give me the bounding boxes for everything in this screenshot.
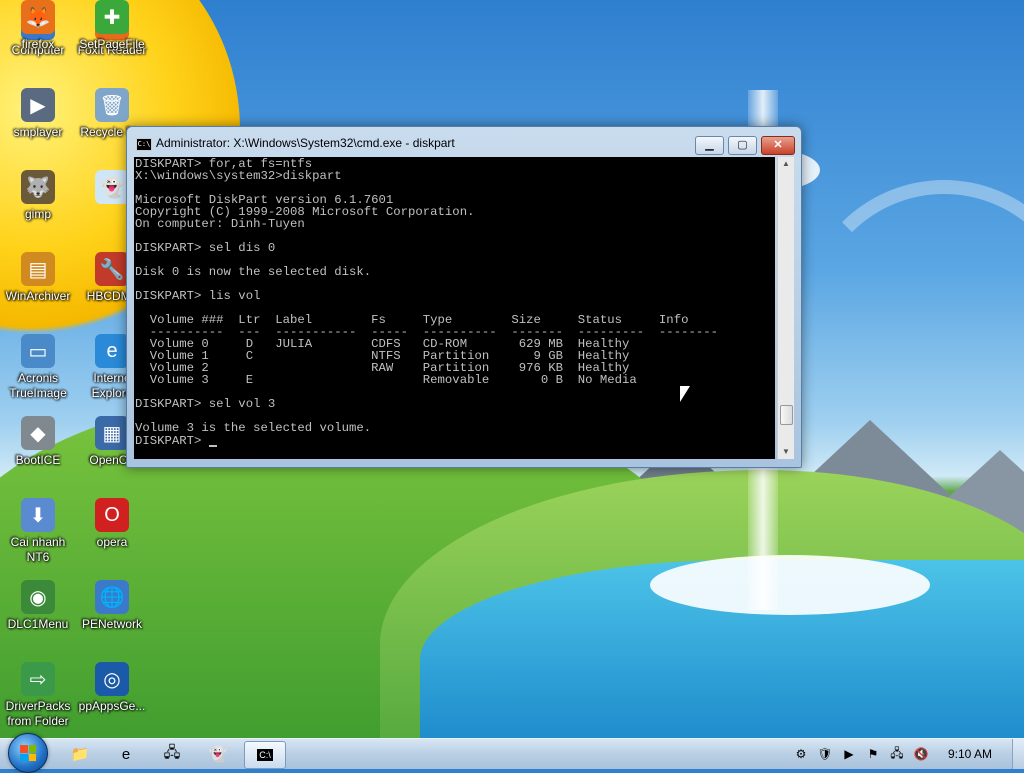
desktop-icon-label: WinArchiver xyxy=(5,289,71,303)
setpagefile-icon: ✚ xyxy=(95,0,129,34)
internet-explorer-icon: e xyxy=(121,745,131,763)
ghost-icon: 👻 xyxy=(95,170,129,204)
taskbar-explorer-button[interactable]: 📁 xyxy=(60,741,100,767)
tray-icon[interactable]: 🔇 xyxy=(912,745,930,763)
clock[interactable]: 9:10 AM xyxy=(948,747,992,761)
desktop-icon-cai-nhanh-nt6[interactable]: ⬇ Cai nhanh NT6 xyxy=(0,498,76,565)
taskbar-internet-explorer-button[interactable]: e xyxy=(106,741,146,767)
show-desktop-button[interactable] xyxy=(1012,739,1024,769)
tray-icon[interactable]: 🖧 xyxy=(888,745,906,763)
console-area[interactable]: DISKPART> for,at fs=ntfs X:\windows\syst… xyxy=(134,157,775,459)
mouse-pointer-icon xyxy=(680,386,690,402)
desktop-icon-label: BootICE xyxy=(15,453,61,467)
console-prompt: DISKPART> xyxy=(135,434,209,448)
explorer-icon: 📁 xyxy=(70,746,90,763)
ppapps-icon: ◎ xyxy=(95,662,129,696)
desktop-icon-acronis-trueimage[interactable]: ▭ Acronis TrueImage xyxy=(0,334,76,401)
desktop-icon-dlc1menu[interactable]: ◉ DLC1Menu xyxy=(0,580,76,632)
system-tray: ⚙ 🛡 ▶ ⚑ 🖧 🔇 xyxy=(792,745,930,763)
desktop-icon-label: PENetwork xyxy=(81,617,143,631)
tray-icon[interactable]: ▶ xyxy=(840,745,858,763)
desktop-icon-label: gimp xyxy=(24,207,51,221)
desktop-icon-label: SetPageFile xyxy=(79,37,145,51)
desktop-icon-label: DLC1Menu xyxy=(7,617,69,631)
desktop-icon-label: DriverPacks from Folder xyxy=(5,699,71,728)
console-prompt-line[interactable]: DISKPART> xyxy=(134,434,775,447)
acronis-icon: ▭ xyxy=(21,334,55,368)
ghost-icon: 👻 xyxy=(208,746,228,763)
tools-icon: 🔧 xyxy=(95,252,129,286)
maximize-button[interactable]: ▢ xyxy=(728,136,757,155)
cmd-icon: C:\ xyxy=(136,138,152,151)
desktop-icon-gimp[interactable]: 🐺 gimp xyxy=(0,170,76,222)
scroll-down-icon[interactable]: ▼ xyxy=(778,445,794,459)
archive-icon: ▤ xyxy=(21,252,55,286)
scroll-thumb[interactable] xyxy=(780,405,793,425)
taskbar-network-button[interactable]: 🖧 xyxy=(152,741,192,767)
desktop-icon-label: firefox xyxy=(21,37,55,51)
desktop-icon-winarchiver[interactable]: ▤ WinArchiver xyxy=(0,252,76,304)
desktop-icon-label: ppAppsGe... xyxy=(78,699,146,713)
internet-explorer-icon: e xyxy=(95,334,129,368)
taskbar-ghost-button[interactable]: 👻 xyxy=(198,741,238,767)
dlc-icon: ◉ xyxy=(21,580,55,614)
desktop-icon-smplayer[interactable]: ▶ smplayer xyxy=(0,88,76,140)
smplayer-icon: ▶ xyxy=(21,88,55,122)
taskbar-cmd-button[interactable]: C:\ xyxy=(244,741,286,769)
taskbar: 📁 e 🖧 👻 C:\ ⚙ 🛡 ▶ ⚑ 🖧 🔇 9:10 AM xyxy=(0,733,1024,773)
desktop-icon-label: Acronis TrueImage xyxy=(9,371,67,400)
desktop-icon-firefox[interactable]: 🦊 firefox xyxy=(0,0,76,52)
cmd-icon: C:\ xyxy=(257,749,273,761)
start-button[interactable] xyxy=(8,733,48,773)
tray-icon[interactable]: ⚙ xyxy=(792,745,810,763)
bootice-icon: ◆ xyxy=(21,416,55,450)
firefox-icon: 🦊 xyxy=(21,0,55,34)
gimp-icon: 🐺 xyxy=(21,170,55,204)
close-button[interactable]: ✕ xyxy=(761,136,795,155)
install-icon: ⬇ xyxy=(21,498,55,532)
recycle-bin-icon: 🗑 xyxy=(95,88,129,122)
desktop-icon-setpagefile[interactable]: ✚ SetPageFile xyxy=(74,0,150,52)
window-title: Administrator: X:\Windows\System32\cmd.e… xyxy=(156,136,455,150)
desktop-icon-opera[interactable]: Oopera xyxy=(74,498,150,550)
minimize-button[interactable]: ▁ xyxy=(695,136,724,155)
desktop-icon-label: Cai nhanh NT6 xyxy=(10,535,66,564)
desktop-icon-label: opera xyxy=(96,535,128,549)
network-icon: 🌐 xyxy=(95,580,129,614)
scroll-up-icon[interactable]: ▲ xyxy=(778,157,794,171)
title-bar[interactable]: C:\ Administrator: X:\Windows\System32\c… xyxy=(127,127,801,157)
cmd-window[interactable]: C:\ Administrator: X:\Windows\System32\c… xyxy=(126,126,802,468)
windows-logo-icon xyxy=(20,745,36,761)
desktop-icon-driverpacks-from-folder[interactable]: ⇨ DriverPacks from Folder xyxy=(0,662,76,729)
text-cursor xyxy=(208,445,217,447)
vertical-scrollbar[interactable]: ▲ ▼ xyxy=(777,157,794,459)
tray-icon[interactable]: 🛡 xyxy=(816,745,834,763)
console-output: DISKPART> for,at fs=ntfs X:\windows\syst… xyxy=(135,157,718,435)
desktop-icon-penetwork[interactable]: 🌐 PENetwork xyxy=(74,580,150,632)
desktop-icon-bootice[interactable]: ◆ BootICE xyxy=(0,416,76,468)
opera-icon: O xyxy=(95,498,129,532)
desktop-icon-label: smplayer xyxy=(13,125,63,139)
driver-icon: ⇨ xyxy=(21,662,55,696)
network-icon: 🖧 xyxy=(163,743,181,761)
tray-icon[interactable]: ⚑ xyxy=(864,745,882,763)
wallpaper-island xyxy=(650,555,930,615)
desktop-icon-ppappsge[interactable]: ◎ ppAppsGe... xyxy=(74,662,150,714)
openoffice-icon: ▦ xyxy=(95,416,129,450)
